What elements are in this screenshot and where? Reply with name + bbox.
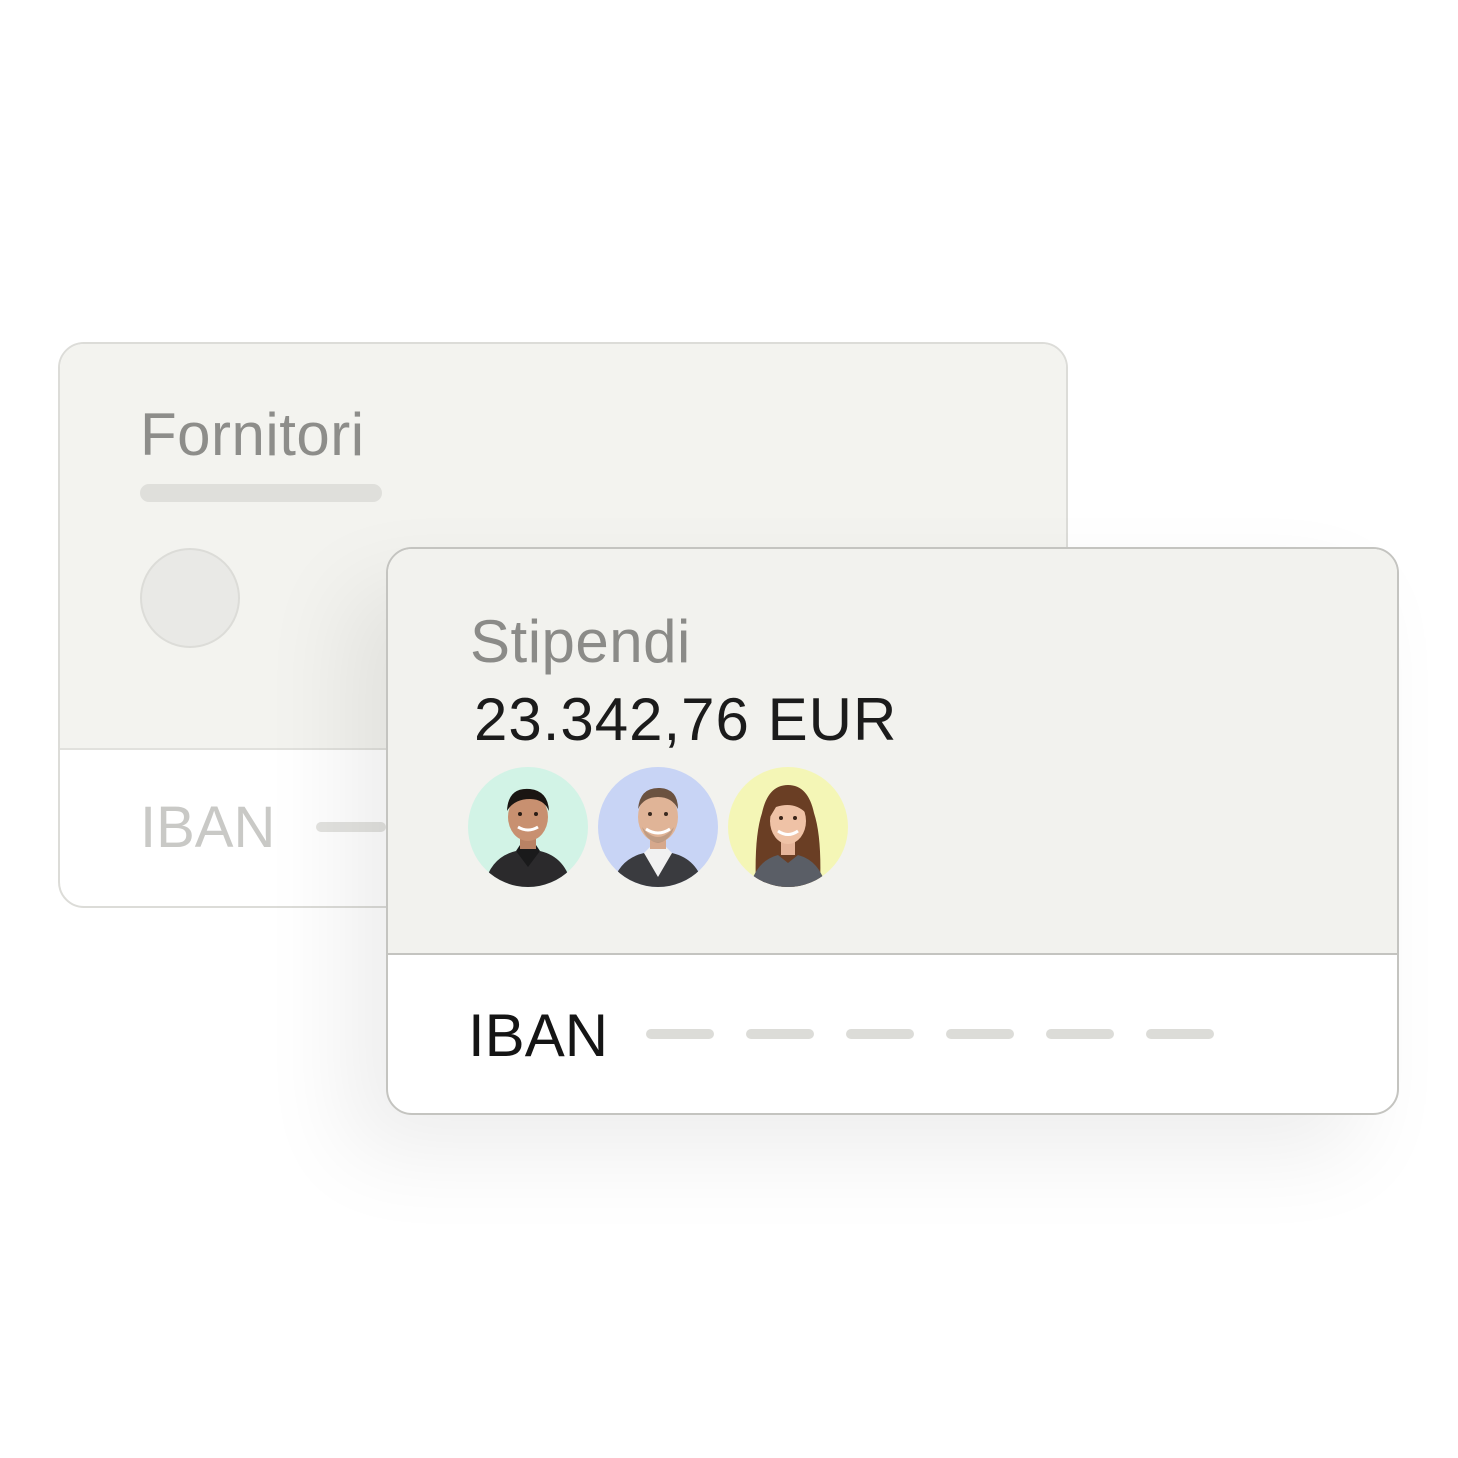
iban-dash (746, 1029, 814, 1039)
payroll-account-card[interactable]: Stipendi 23.342,76 EUR IBAN (386, 547, 1399, 1115)
avatar-man-2 (598, 767, 718, 887)
card-title: Stipendi (470, 608, 691, 675)
iban-label: IBAN (140, 795, 276, 860)
iban-dash (1146, 1029, 1214, 1039)
iban-dash (646, 1029, 714, 1039)
avatar-placeholder (140, 548, 240, 648)
avatar-woman (728, 767, 848, 887)
iban-dash (1046, 1029, 1114, 1039)
stage: Fornitori IBAN Stipendi 23.342,76 EUR IB… (0, 0, 1458, 1458)
avatar-man-1 (468, 767, 588, 887)
iban-label: IBAN (468, 1002, 609, 1069)
card-title: Fornitori (140, 401, 365, 468)
placeholder-bar (140, 484, 382, 502)
iban-dash (946, 1029, 1014, 1039)
iban-dash (846, 1029, 914, 1039)
iban-placeholder-dash (316, 822, 386, 832)
card-header-area: Stipendi 23.342,76 EUR (388, 549, 1397, 955)
account-balance: 23.342,76 EUR (474, 686, 898, 753)
